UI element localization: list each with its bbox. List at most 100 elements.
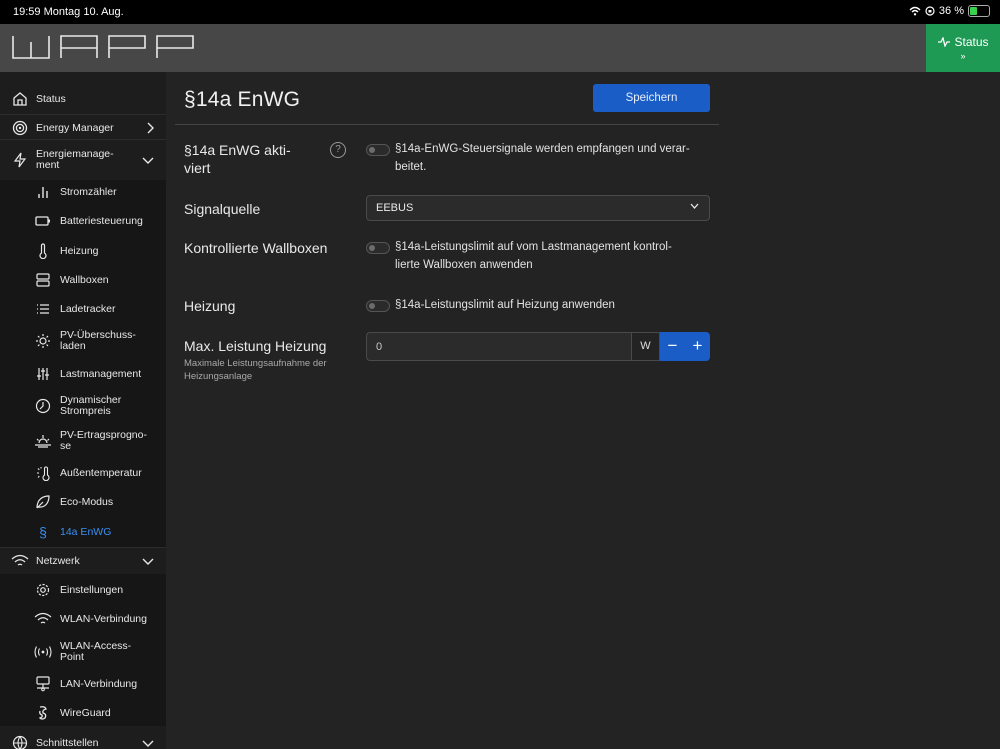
- leaf-icon: [34, 493, 52, 511]
- heating-description: §14a-Leistungslimit auf Heizung anwenden: [395, 299, 615, 311]
- sidebar-item-wlan-verbindung[interactable]: WLAN-Verbindung: [0, 609, 166, 629]
- sidebar-item-status[interactable]: Status: [0, 89, 166, 109]
- chevron-down-icon: [142, 157, 154, 164]
- help-icon[interactable]: ?: [330, 142, 346, 158]
- sidebar-item-label: Batteriesteuerung: [60, 214, 143, 227]
- sidebar-item-label: 14a EnWG: [60, 525, 112, 538]
- sidebar-item-stromzaehler[interactable]: Stromzähler: [0, 182, 166, 202]
- signal-source-label: Signalquelle: [184, 201, 261, 217]
- gear-icon: [34, 581, 52, 599]
- sidebar-item-label: Dynamischer Strompreis: [60, 394, 122, 417]
- max-heating-power-label: Max. Leistung Heizung: [184, 338, 327, 354]
- sidebar-item-label: Außentemperatur: [60, 466, 142, 479]
- activity-icon: [938, 37, 951, 47]
- chevron-right-icon: [147, 122, 154, 134]
- battery-percent: 36 %: [938, 5, 964, 17]
- home-icon: [11, 90, 29, 108]
- chevron-down-icon: [142, 558, 154, 565]
- sidebar-item-label: Eco-Modus: [60, 495, 114, 508]
- enwg-active-description: §14a-EnWG-Steuersignale werden empfangen…: [395, 143, 690, 173]
- sidebar-item-label: PV-Ertragsprogno- se: [60, 429, 147, 452]
- sidebar-item-pv-ueberschuss[interactable]: PV-Überschuss- laden: [0, 328, 166, 354]
- max-heating-power-input[interactable]: 0: [366, 332, 631, 361]
- wifi-icon: [909, 6, 921, 16]
- status-button-label: Status: [954, 35, 989, 49]
- wifi-icon: [34, 610, 52, 628]
- bar-chart-icon: [34, 183, 52, 201]
- signal-source-select[interactable]: EEBUS: [366, 195, 710, 221]
- sidebar-divider: [0, 139, 166, 140]
- list-icon: [34, 300, 52, 318]
- sidebar-item-energiemanagement[interactable]: Energiemanage- ment: [0, 147, 166, 173]
- wallboxes-description: §14a-Leistungslimit auf vom Lastmanageme…: [395, 241, 672, 271]
- sidebar-item-label: Schnittstellen: [36, 736, 99, 749]
- sidebar-item-netzwerk[interactable]: Netzwerk: [0, 551, 166, 571]
- clock-dollar-icon: [34, 397, 52, 415]
- max-heating-power-sublabel: Maximale Leistungsaufnahme der Heizungsa…: [184, 358, 327, 382]
- app-header: Status »: [0, 24, 1000, 72]
- sidebar-item-lan-verbindung[interactable]: LAN-Verbindung: [0, 674, 166, 694]
- sidebar-item-energy-manager[interactable]: Energy Manager: [0, 118, 166, 138]
- wallboxes-label: Kontrollierte Wallboxen: [184, 240, 328, 256]
- sidebar-item-label: Lastmanagement: [60, 367, 142, 380]
- status-button[interactable]: Status »: [926, 24, 1000, 72]
- sidebar-item-label: Status: [36, 92, 66, 105]
- sidebar-item-schnittstellen[interactable]: Schnittstellen: [0, 733, 166, 749]
- decrement-button[interactable]: −: [660, 332, 685, 361]
- sidebar-item-wallboxen[interactable]: Wallboxen: [0, 270, 166, 290]
- paragraph-icon: §: [39, 524, 47, 540]
- battery-outline-icon: [34, 212, 52, 230]
- sidebar-item-14a-enwg[interactable]: § 14a EnWG: [0, 522, 166, 542]
- sidebar-item-wlan-access-point[interactable]: WLAN-Access- Point: [0, 639, 166, 665]
- sliders-icon: [34, 365, 52, 383]
- network-icon: [34, 675, 52, 693]
- device-time: 19:59 Montag 10. Aug.: [13, 6, 124, 18]
- sidebar-item-pv-ertragsprognose[interactable]: PV-Ertragsprogno- se: [0, 428, 166, 454]
- sidebar-item-ladetracker[interactable]: Ladetracker: [0, 299, 166, 319]
- sidebar-item-label: Ladetracker: [60, 302, 116, 315]
- sidebar-item-label: Wallboxen: [60, 273, 109, 286]
- sidebar-item-label: WLAN-Verbindung: [60, 612, 147, 625]
- wifi-icon: [11, 552, 29, 570]
- device-indicators: 36 %: [909, 5, 990, 17]
- heating-switch[interactable]: [366, 300, 390, 312]
- sidebar-item-eco-modus[interactable]: Eco-Modus: [0, 492, 166, 512]
- chevrons-down-icon: »: [960, 51, 966, 61]
- orientation-lock-icon: [925, 6, 935, 16]
- wallboxes-switch[interactable]: [366, 242, 390, 254]
- increment-button[interactable]: +: [685, 332, 710, 361]
- sidebar-item-label: Energiemanage- ment: [36, 148, 114, 171]
- sidebar: Status Energy Manager Energiemanage- men…: [0, 72, 166, 749]
- sidebar-item-wireguard[interactable]: WireGuard: [0, 703, 166, 723]
- chevron-down-icon: [690, 203, 699, 209]
- sunrise-icon: [34, 432, 52, 450]
- target-icon: [11, 119, 29, 137]
- sidebar-item-label: Energy Manager: [36, 121, 114, 134]
- globe-icon: [11, 734, 29, 749]
- sidebar-item-heizung[interactable]: Heizung: [0, 241, 166, 261]
- signal-source-value: EEBUS: [376, 202, 414, 214]
- broadcast-icon: [34, 643, 52, 661]
- enwg-active-switch[interactable]: [366, 144, 390, 156]
- sidebar-divider: [0, 547, 166, 548]
- sidebar-item-aussentemperatur[interactable]: Außentemperatur: [0, 463, 166, 483]
- sidebar-item-einstellungen[interactable]: Einstellungen: [0, 580, 166, 600]
- title-divider: [175, 124, 719, 125]
- battery-icon: [968, 5, 990, 17]
- warp-logo: [12, 35, 194, 59]
- sidebar-item-label: Heizung: [60, 244, 99, 257]
- server-icon: [34, 271, 52, 289]
- sidebar-item-label: Einstellungen: [60, 583, 124, 596]
- save-button[interactable]: Speichern: [593, 84, 710, 112]
- sidebar-item-label: WLAN-Access- Point: [60, 640, 132, 663]
- max-heating-power-input-group: 0 W − +: [366, 332, 710, 361]
- sidebar-item-lastmanagement[interactable]: Lastmanagement: [0, 364, 166, 384]
- page-title: §14a EnWG: [184, 88, 301, 111]
- device-status-bar: 19:59 Montag 10. Aug. 36 %: [0, 0, 1000, 24]
- sidebar-item-dynamischer-strompreis[interactable]: Dynamischer Strompreis: [0, 393, 166, 419]
- sidebar-item-label: Netzwerk: [36, 554, 80, 567]
- sidebar-item-label: LAN-Verbindung: [60, 677, 138, 690]
- sidebar-item-batteriesteuerung[interactable]: Batteriesteuerung: [0, 211, 166, 231]
- chevron-down-icon: [142, 740, 154, 747]
- thermometer-sun-icon: [34, 464, 52, 482]
